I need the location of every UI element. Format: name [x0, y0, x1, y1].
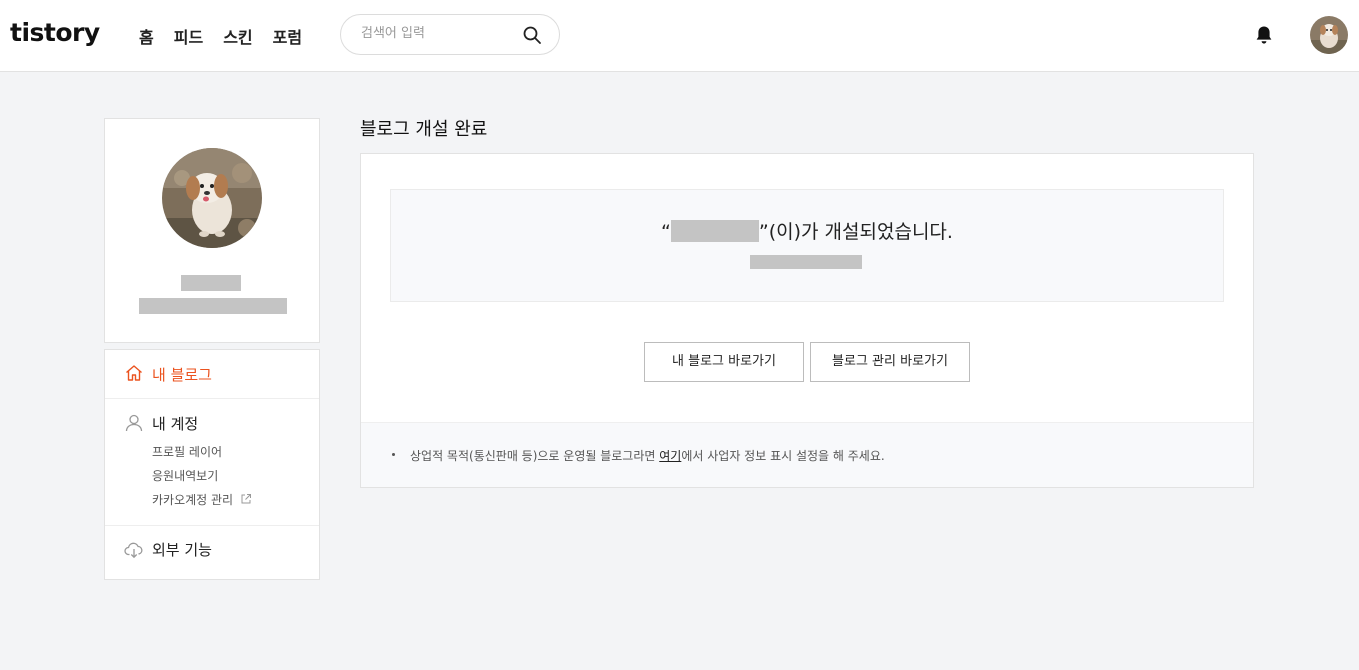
go-blog-manage-button[interactable]: 블로그 관리 바로가기 — [810, 342, 970, 382]
main-nav: 홈 피드 스킨 포럼 — [139, 24, 322, 48]
nav-forum[interactable]: 포럼 — [273, 24, 302, 48]
support-history-link[interactable]: 응원내역보기 — [152, 467, 218, 484]
redacted-blog-name — [670, 220, 759, 242]
blog-created-card: “ ”(이)가 개설되었습니다. 내 블로그 바로가기 블로그 관리 바로가기 상… — [360, 153, 1254, 488]
business-info-note: 상업적 목적(통신판매 등)으로 운영될 블로그라면 여기에서 사업자 정보 표… — [361, 422, 1253, 487]
search-icon[interactable] — [522, 25, 542, 45]
profile-avatar — [162, 148, 262, 248]
top-header: tistory 홈 피드 스킨 포럼 — [0, 0, 1359, 72]
created-notice: “ ”(이)가 개설되었습니다. — [390, 189, 1224, 302]
sidebar-menu: 내 블로그 내 계정 프로필 레이어 응원내역보기 카카오계정 관리 외부 기능 — [104, 349, 320, 580]
dog-photo-icon — [162, 148, 262, 248]
dog-photo-icon — [1310, 16, 1348, 54]
search-box — [340, 14, 560, 55]
notification-bell-icon[interactable] — [1253, 24, 1275, 46]
sidebar-item-my-blog[interactable]: 내 블로그 — [105, 350, 319, 399]
sidebar-section-my-account: 내 계정 프로필 레이어 응원내역보기 카카오계정 관리 — [105, 399, 319, 525]
kakao-account-link[interactable]: 카카오계정 관리 — [152, 491, 252, 508]
redacted-blog-url — [750, 255, 862, 269]
sidebar-item-external[interactable]: 외부 기능 — [105, 526, 319, 579]
tistory-logo[interactable]: tistory — [10, 18, 100, 47]
note-text: 상업적 목적(통신판매 등)으로 운영될 블로그라면 여기에서 사업자 정보 표… — [410, 447, 885, 464]
note-after: 에서 사업자 정보 표시 설정을 해 주세요. — [681, 449, 885, 463]
profile-layer-link[interactable]: 프로필 레이어 — [152, 443, 222, 460]
search-input[interactable] — [361, 26, 521, 41]
created-message-text: ”(이)가 개설되었습니다. — [758, 221, 953, 243]
external-link-icon — [241, 494, 251, 504]
redacted-email — [139, 298, 287, 314]
sidebar-item-label: 외부 기능 — [152, 541, 212, 559]
nav-feed[interactable]: 피드 — [174, 24, 203, 48]
nav-home[interactable]: 홈 — [139, 24, 154, 48]
profile-card — [104, 118, 320, 343]
user-avatar[interactable] — [1310, 16, 1348, 54]
sidebar-item-label: 내 블로그 — [152, 366, 212, 384]
business-info-link[interactable]: 여기 — [659, 449, 681, 463]
note-before: 상업적 목적(통신판매 등)으로 운영될 블로그라면 — [410, 449, 660, 463]
kakao-account-label: 카카오계정 관리 — [152, 493, 234, 507]
nav-skin[interactable]: 스킨 — [223, 24, 252, 48]
redacted-nickname — [181, 275, 241, 291]
user-icon — [125, 414, 143, 432]
page-title: 블로그 개설 완료 — [360, 119, 488, 140]
created-message: “ ”(이)가 개설되었습니다. — [391, 217, 1223, 244]
bullet — [392, 453, 395, 456]
go-my-blog-button[interactable]: 내 블로그 바로가기 — [644, 342, 804, 382]
cloud-download-icon — [124, 542, 143, 559]
sidebar-item-label[interactable]: 내 계정 — [152, 413, 198, 434]
home-icon — [126, 365, 142, 381]
quote-open: “ — [661, 221, 671, 243]
